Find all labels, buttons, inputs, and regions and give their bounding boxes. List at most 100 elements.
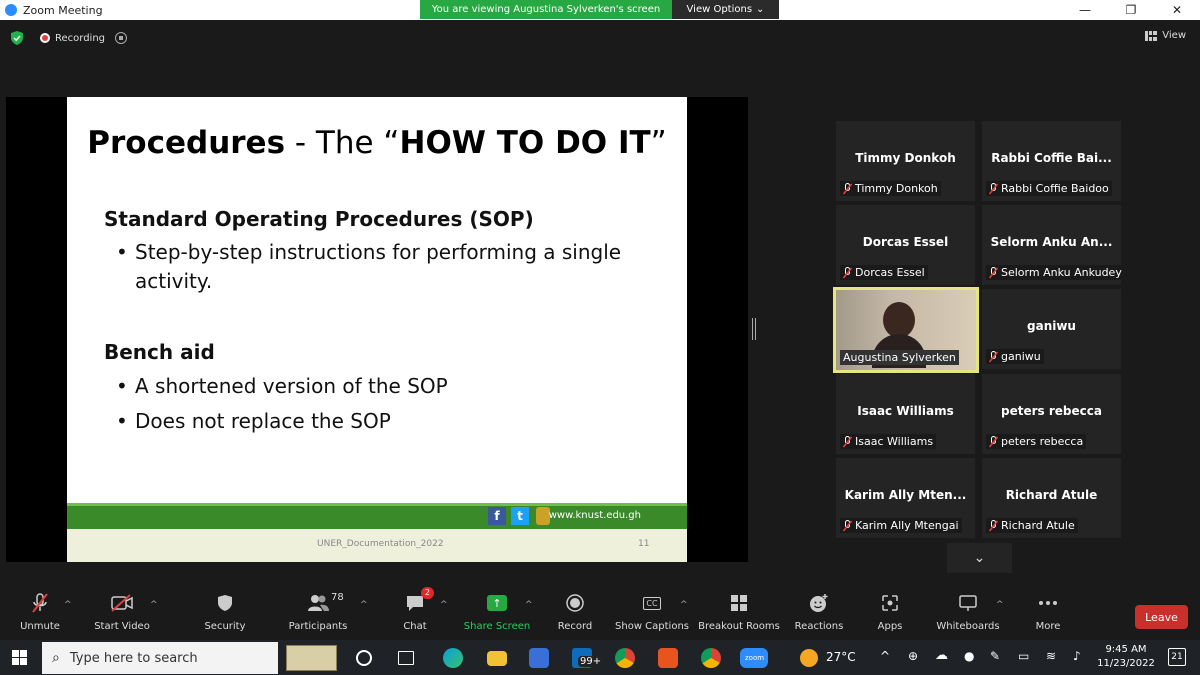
slide-title-part: - The “ (285, 125, 400, 161)
chrome-profile-icon[interactable] (701, 648, 721, 668)
participant-label-text: peters rebecca (1001, 435, 1084, 448)
breakout-rooms-button[interactable]: Breakout Rooms (698, 590, 780, 640)
participant-label: Karim Ally Mtengai (840, 518, 962, 533)
participant-label: Rabbi Coffie Baidoo (986, 181, 1112, 196)
search-icon: ⌕ (52, 650, 60, 666)
video-options-caret-icon[interactable]: ^ (150, 600, 158, 610)
captions-options-caret-icon[interactable]: ^ (680, 600, 688, 610)
active-speaker-tile[interactable]: Augustina Sylverken (833, 287, 979, 373)
taskbar-search-box[interactable]: ⌕ Type here to search (42, 642, 278, 674)
reactions-button[interactable]: Reactions (795, 590, 843, 640)
taskbar-clock[interactable]: 9:45 AM 11/23/2022 (1096, 643, 1156, 671)
show-captions-button[interactable]: CC Show Captions (615, 590, 689, 640)
meeting-toolbar: Unmute ^ Start Video ^ Security 78 Parti… (0, 587, 1200, 640)
participant-label-text: Augustina Sylverken (843, 351, 956, 364)
whiteboards-options-caret-icon[interactable]: ^ (996, 600, 1004, 610)
office-icon[interactable] (658, 648, 678, 668)
share-screen-icon-wrap: ↑ (487, 590, 507, 616)
task-view-icon[interactable] (398, 651, 414, 665)
apps-button[interactable]: Apps (873, 590, 907, 640)
pen-tablet-icon[interactable]: ✎ (990, 649, 1000, 663)
bench-aid-heading: Bench aid (104, 340, 215, 364)
windows-start-icon[interactable] (12, 650, 27, 665)
recording-stop-button[interactable] (115, 32, 128, 44)
zoom-taskbar-icon[interactable]: zoom (740, 648, 768, 668)
tray-overflow-chevron-icon[interactable]: ^ (880, 649, 890, 663)
window-controls: — ❐ ✕ (1062, 0, 1200, 20)
participant-tile[interactable]: Timmy Donkoh Timmy Donkoh (836, 121, 975, 201)
more-button[interactable]: More (1030, 590, 1066, 640)
participant-tile[interactable]: Rabbi Coffie Bai... Rabbi Coffie Baidoo (982, 121, 1121, 201)
participant-tile[interactable]: Richard Atule Richard Atule (982, 458, 1121, 538)
onedrive-cloud-icon[interactable]: ☁ (935, 648, 948, 663)
share-screen-button[interactable]: ↑ Share Screen (464, 590, 530, 640)
participants-options-caret-icon[interactable]: ^ (360, 600, 368, 610)
view-button[interactable]: View (1145, 30, 1186, 41)
share-options-caret-icon[interactable]: ^ (525, 600, 533, 610)
participant-display-name: peters rebecca (1001, 404, 1102, 418)
view-options-label: View Options (686, 4, 753, 15)
participant-tile[interactable]: Karim Ally Mten... Karim Ally Mtengai (836, 458, 975, 538)
volume-icon[interactable]: ♪ (1073, 649, 1081, 663)
participant-tile[interactable]: peters rebecca peters rebecca (982, 374, 1121, 454)
participants-button[interactable]: 78 Participants (288, 590, 348, 640)
participant-tile[interactable]: Dorcas Essel Dorcas Essel (836, 205, 975, 285)
chat-options-caret-icon[interactable]: ^ (440, 600, 448, 610)
whiteboard-icon (958, 590, 978, 616)
battery-icon[interactable]: ▭ (1018, 649, 1029, 663)
unmute-button[interactable]: Unmute (14, 590, 66, 640)
chat-unread-badge: 2 (420, 587, 434, 599)
grid-view-icon (1145, 30, 1158, 41)
gallery-next-page-button[interactable]: ⌄ (947, 543, 1012, 573)
encryption-shield-icon[interactable] (11, 31, 23, 45)
audio-options-caret-icon[interactable]: ^ (64, 600, 72, 610)
unmute-label: Unmute (20, 621, 60, 632)
security-button[interactable]: Security (202, 590, 248, 640)
splitter-handle[interactable] (752, 318, 756, 340)
start-video-button[interactable]: Start Video (94, 590, 150, 640)
participant-label: Dorcas Essel (840, 265, 928, 280)
muted-mic-icon (988, 350, 999, 363)
participant-label: Augustina Sylverken (840, 350, 959, 365)
leave-button[interactable]: Leave (1135, 605, 1188, 629)
microphone-in-use-icon[interactable]: ● (964, 649, 974, 663)
edge-browser-icon[interactable] (443, 648, 463, 668)
slide-title-part: Procedures (87, 125, 286, 161)
participant-tile[interactable]: Selorm Anku An... Selorm Anku Ankudey (982, 205, 1125, 285)
participant-label: Richard Atule (986, 518, 1078, 533)
apps-label: Apps (877, 621, 903, 632)
video-off-icon (110, 590, 134, 616)
participant-tile[interactable]: ganiwu ganiwu (982, 289, 1121, 369)
whiteboards-button[interactable]: Whiteboards (936, 590, 1000, 640)
weather-icon[interactable] (800, 649, 818, 667)
slide-footer-band: f t www.knust.edu.gh (67, 503, 687, 529)
sop-heading: Standard Operating Procedures (SOP) (104, 207, 534, 231)
search-highlight-thumbnail[interactable] (286, 645, 337, 671)
cortana-icon[interactable] (356, 650, 372, 666)
participant-label-text: Dorcas Essel (855, 266, 925, 279)
participants-icon: 78 (307, 590, 344, 616)
notification-center-icon[interactable]: 21 (1168, 648, 1186, 666)
close-button[interactable]: ✕ (1154, 0, 1200, 20)
participant-display-name: Richard Atule (1005, 488, 1098, 502)
minimize-button[interactable]: — (1062, 0, 1108, 20)
file-explorer-icon[interactable] (487, 651, 507, 666)
participant-label-text: Selorm Anku Ankudey (1001, 266, 1122, 279)
reactions-label: Reactions (794, 621, 844, 632)
chrome-icon[interactable] (615, 648, 635, 668)
record-button[interactable]: Record (555, 590, 595, 640)
participant-tile[interactable]: Isaac Williams Isaac Williams (836, 374, 975, 454)
slide-number: 11 (638, 539, 650, 549)
participant-display-name: ganiwu (1027, 319, 1076, 333)
bench-bullet: A shortened version of the SOP (116, 372, 448, 401)
recording-dot-icon (40, 33, 50, 43)
restore-button[interactable]: ❐ (1108, 0, 1154, 20)
wifi-icon[interactable]: ≋ (1046, 649, 1056, 663)
zoom-window: Zoom Meeting You are viewing Augustina S… (0, 0, 1200, 675)
microsoft-store-icon[interactable] (529, 648, 549, 668)
meet-now-icon[interactable]: ⊕ (908, 649, 918, 663)
chat-button[interactable]: 2 Chat (398, 587, 434, 640)
view-options-button[interactable]: View Options ⌄ (672, 0, 779, 19)
participants-label: Participants (288, 621, 348, 632)
muted-mic-icon (842, 266, 853, 279)
